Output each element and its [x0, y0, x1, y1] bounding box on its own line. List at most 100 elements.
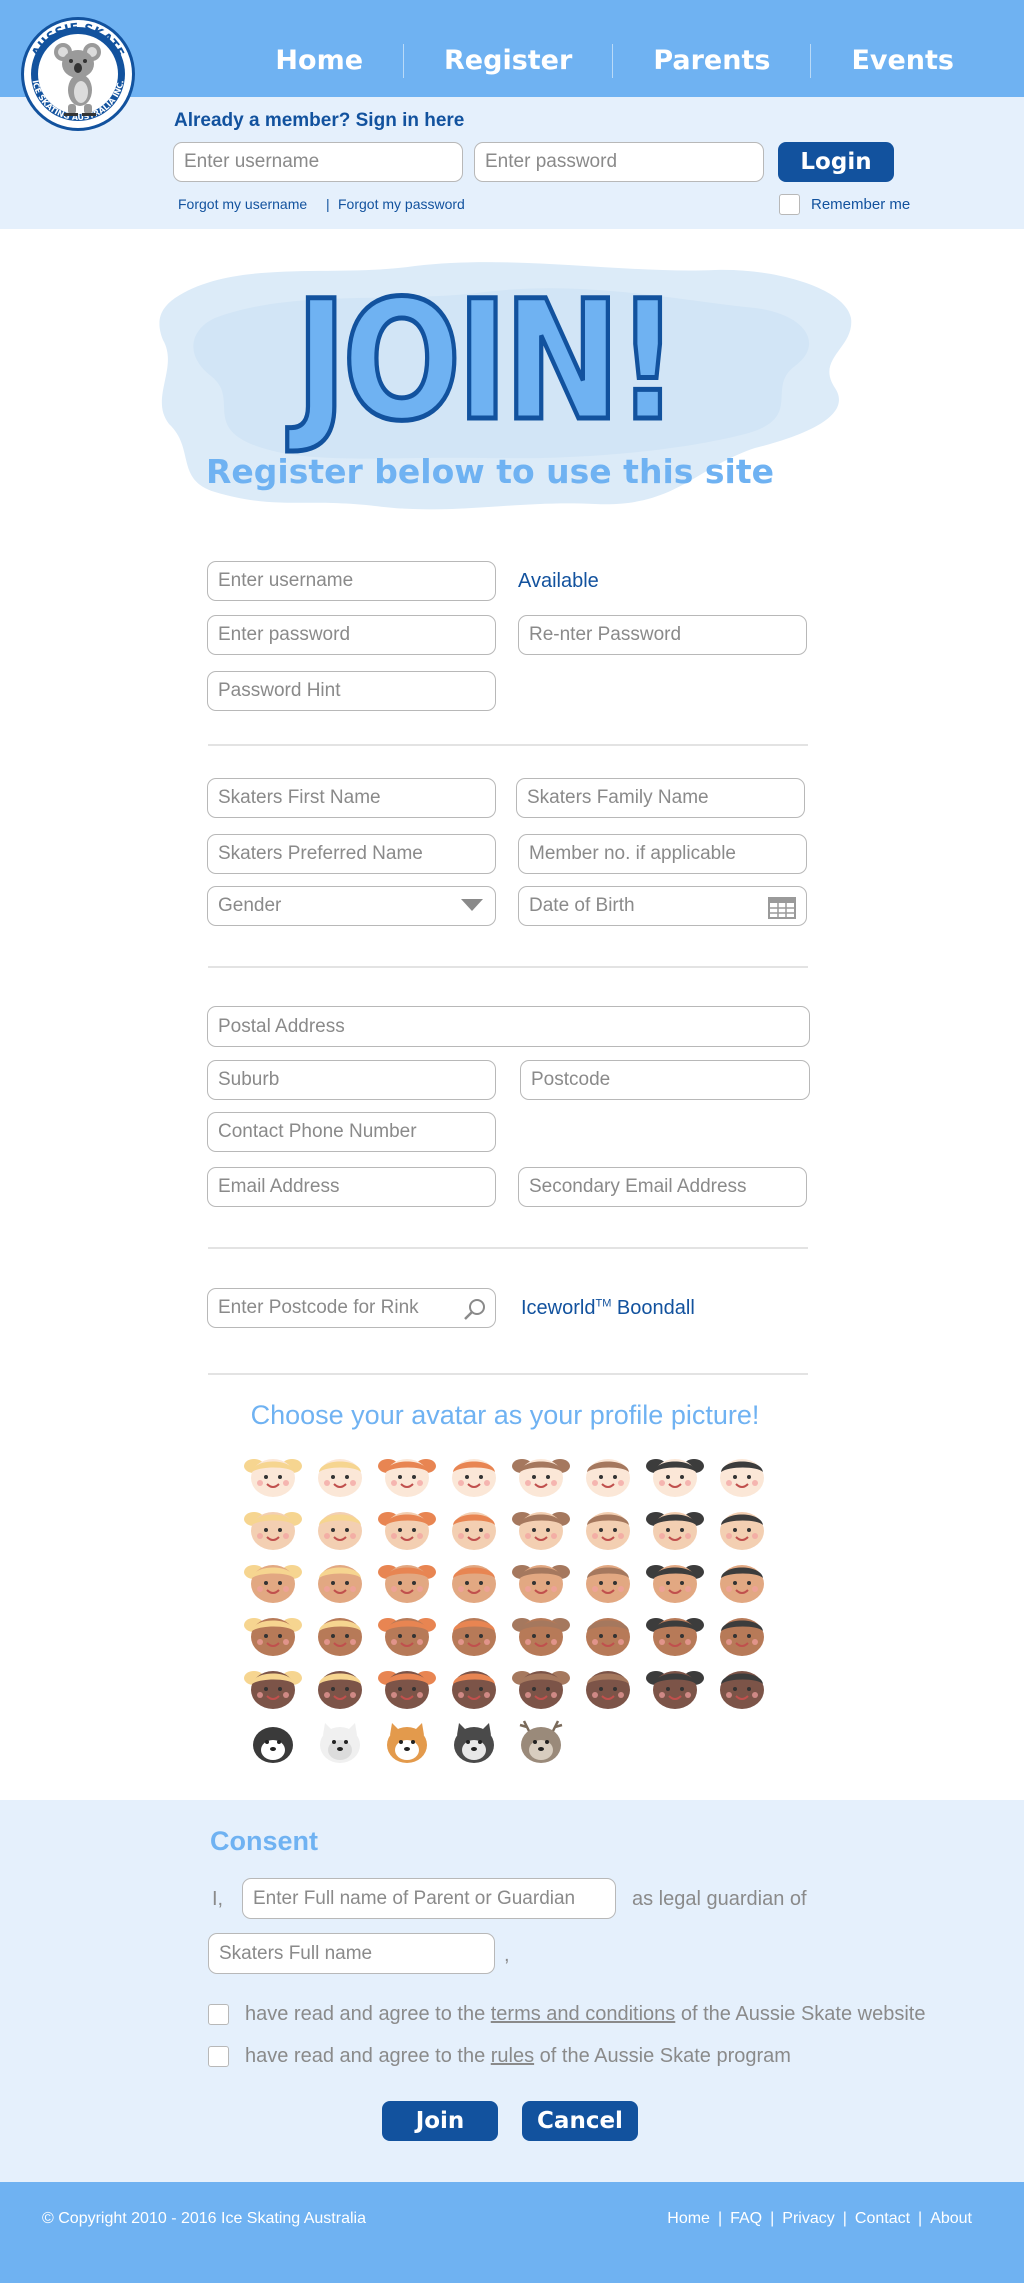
avatar-option[interactable] — [713, 1664, 771, 1712]
avatar-option[interactable] — [579, 1505, 637, 1553]
guardian-name-input[interactable]: Enter Full name of Parent or Guardian — [242, 1878, 616, 1919]
reenter-password-input[interactable]: Re-nter Password — [518, 615, 807, 655]
postal-address-input[interactable]: Postal Address — [207, 1006, 810, 1047]
password-input[interactable]: Enter password — [207, 615, 496, 655]
signin-username-input[interactable]: Enter username — [173, 142, 463, 182]
avatar-option[interactable] — [311, 1664, 369, 1712]
terms-and-conditions-link[interactable]: terms and conditions — [491, 2003, 676, 2025]
husky-icon[interactable] — [445, 1717, 503, 1765]
login-button[interactable]: Login — [778, 142, 894, 182]
avatar-section-title: Choose your avatar as your profile pictu… — [250, 1400, 760, 1430]
avatar-option[interactable] — [445, 1452, 503, 1500]
avatar-option[interactable] — [713, 1611, 771, 1659]
avatar-option[interactable] — [311, 1558, 369, 1606]
avatar-option[interactable] — [378, 1505, 436, 1553]
avatar-option[interactable] — [445, 1505, 503, 1553]
secondary-email-input[interactable]: Secondary Email Address — [518, 1167, 807, 1207]
footer-link-privacy[interactable]: Privacy — [782, 2210, 834, 2228]
avatar-option[interactable] — [579, 1558, 637, 1606]
avatar-option[interactable] — [512, 1664, 570, 1712]
avatar-option[interactable] — [579, 1611, 637, 1659]
member-number-input[interactable]: Member no. if applicable — [518, 834, 807, 874]
skater-first-name-input[interactable]: Skaters First Name — [207, 778, 496, 818]
avatar-option[interactable] — [378, 1611, 436, 1659]
avatar-option[interactable] — [713, 1505, 771, 1553]
consent-panel — [0, 1800, 1024, 2182]
consent-i-label: I, — [212, 1888, 224, 1910]
avatar-option[interactable] — [244, 1664, 302, 1712]
avatar-option[interactable] — [311, 1611, 369, 1659]
avatar-option[interactable] — [445, 1558, 503, 1606]
forgot-password-link[interactable]: Forgot my password — [338, 196, 465, 212]
avatar-option[interactable] — [244, 1505, 302, 1553]
avatar-option[interactable] — [512, 1505, 570, 1553]
footer-link-about[interactable]: About — [930, 2210, 972, 2228]
avatar-option[interactable] — [378, 1664, 436, 1712]
gender-select[interactable]: Gender — [207, 886, 496, 926]
nav-parents[interactable]: Parents — [613, 44, 810, 78]
avatar-option[interactable] — [646, 1611, 704, 1659]
signin-password-input[interactable]: Enter password — [474, 142, 764, 182]
footer-link-contact[interactable]: Contact — [855, 2210, 910, 2228]
rink-postcode-search[interactable]: Enter Postcode for Rink — [207, 1288, 496, 1328]
avatar-option[interactable] — [445, 1664, 503, 1712]
avatar-option[interactable] — [579, 1664, 637, 1712]
footer-separator: | — [918, 2210, 923, 2227]
postcode-input[interactable]: Postcode — [520, 1060, 810, 1100]
cancel-button[interactable]: Cancel — [522, 2101, 638, 2141]
avatar-option[interactable] — [244, 1558, 302, 1606]
avatar-option[interactable] — [311, 1505, 369, 1553]
polar-bear-icon[interactable] — [311, 1717, 369, 1765]
main-nav: Home Register Parents Events — [235, 44, 994, 78]
reindeer-icon[interactable] — [512, 1717, 570, 1765]
avatar-option[interactable] — [311, 1452, 369, 1500]
nav-events[interactable]: Events — [811, 44, 994, 78]
nav-home[interactable]: Home — [235, 44, 403, 78]
avatar-option[interactable] — [512, 1611, 570, 1659]
username-input[interactable]: Enter username — [207, 561, 496, 601]
rules-checkbox[interactable] — [208, 2046, 229, 2067]
nav-register[interactable]: Register — [404, 44, 612, 78]
contact-phone-input[interactable]: Contact Phone Number — [207, 1112, 496, 1152]
aussie-skate-logo[interactable]: AUSSIE SKATE ICE SKATING AUSTRALIA INC. — [18, 12, 138, 140]
legal-guardian-text: as legal guardian of — [632, 1888, 807, 1910]
avatar-option[interactable] — [244, 1452, 302, 1500]
section-divider — [208, 1373, 808, 1375]
calendar-icon[interactable] — [768, 895, 796, 919]
footer-link-home[interactable]: Home — [667, 2210, 710, 2228]
date-of-birth-input[interactable]: Date of Birth — [518, 886, 807, 926]
remember-me-checkbox[interactable] — [779, 194, 800, 215]
avatar-option[interactable] — [579, 1452, 637, 1500]
avatar-option[interactable] — [646, 1452, 704, 1500]
suburb-input[interactable]: Suburb — [207, 1060, 496, 1100]
skater-preferred-name-input[interactable]: Skaters Preferred Name — [207, 834, 496, 874]
avatar-option[interactable] — [378, 1452, 436, 1500]
fox-icon[interactable] — [378, 1717, 436, 1765]
avatar-option[interactable] — [244, 1611, 302, 1659]
avatar-option[interactable] — [445, 1611, 503, 1659]
avatar-option[interactable] — [713, 1558, 771, 1606]
rink-result[interactable]: IceworldTM Boondall — [521, 1297, 695, 1320]
terms-suffix: of the Aussie Skate website — [680, 2003, 926, 2025]
terms-checkbox[interactable] — [208, 2004, 229, 2025]
skater-family-name-input[interactable]: Skaters Family Name — [516, 778, 805, 818]
penguin-icon[interactable] — [244, 1717, 302, 1765]
rules-suffix: of the Aussie Skate program — [539, 2045, 791, 2067]
search-icon[interactable] — [463, 1297, 487, 1321]
email-input[interactable]: Email Address — [207, 1167, 496, 1207]
join-button[interactable]: Join — [382, 2101, 498, 2141]
password-hint-input[interactable]: Password Hint — [207, 671, 496, 711]
avatar-option[interactable] — [646, 1664, 704, 1712]
rink-result-place: Boondall — [611, 1297, 695, 1319]
avatar-option[interactable] — [378, 1558, 436, 1606]
username-availability: Available — [518, 570, 599, 592]
footer-link-faq[interactable]: FAQ — [730, 2210, 762, 2228]
skater-full-name-input[interactable]: Skaters Full name — [208, 1933, 495, 1974]
avatar-option[interactable] — [646, 1505, 704, 1553]
rules-link[interactable]: rules — [491, 2045, 534, 2067]
avatar-option[interactable] — [512, 1558, 570, 1606]
avatar-option[interactable] — [646, 1558, 704, 1606]
avatar-option[interactable] — [713, 1452, 771, 1500]
avatar-option[interactable] — [512, 1452, 570, 1500]
forgot-username-link[interactable]: Forgot my username — [178, 196, 307, 212]
